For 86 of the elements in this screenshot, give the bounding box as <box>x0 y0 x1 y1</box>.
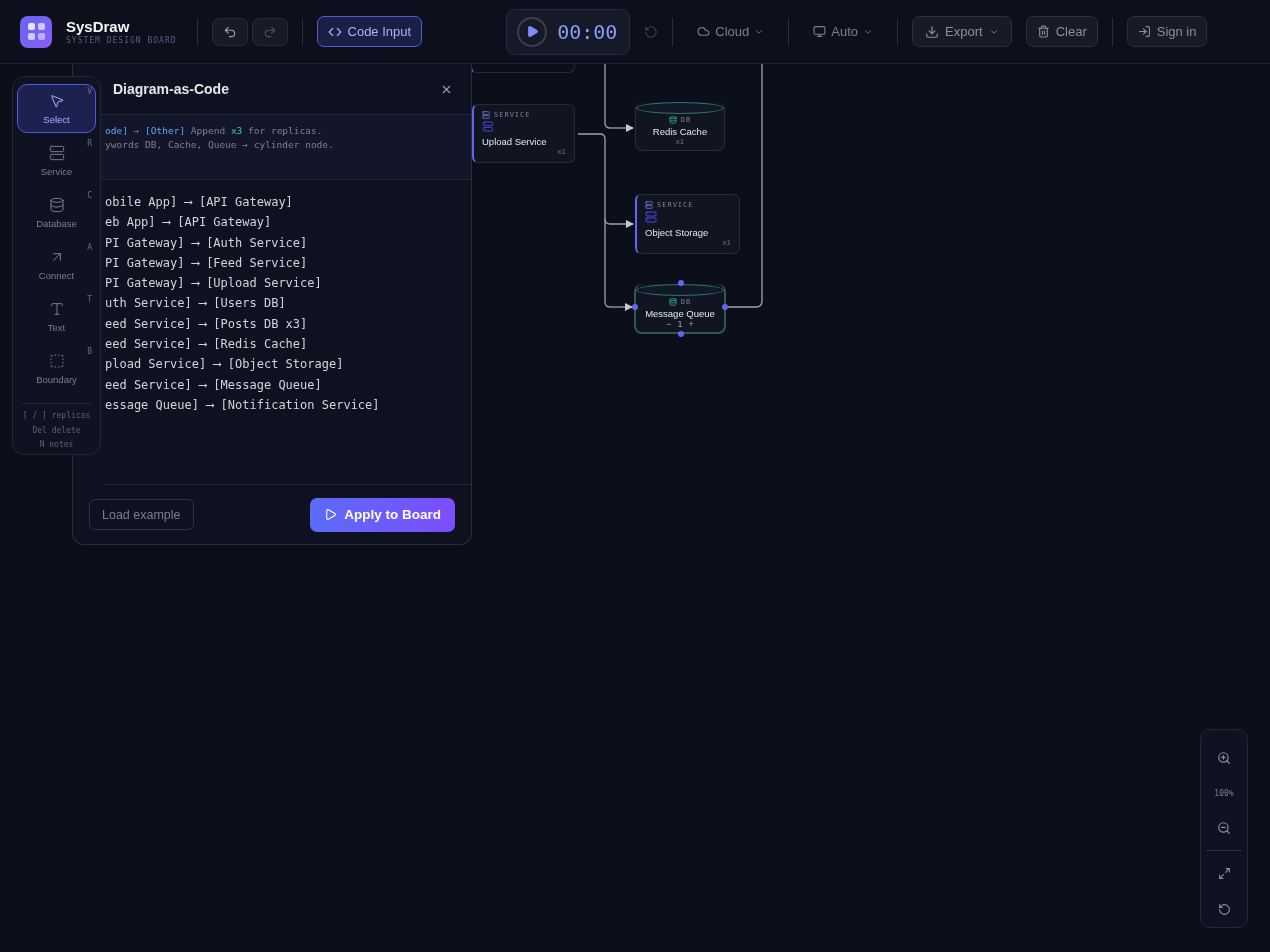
play-icon <box>525 25 539 38</box>
node-name: Upload Service <box>482 136 548 147</box>
export-button[interactable]: Export <box>912 16 1012 47</box>
sign-in-button[interactable]: Sign in <box>1126 16 1208 47</box>
tool-button[interactable]: Text T <box>17 292 96 341</box>
connector-arrow <box>604 218 634 228</box>
replica-count: x1 <box>675 137 685 146</box>
node-name: Redis Cache <box>652 126 708 137</box>
shortcut-key: A <box>87 243 92 252</box>
code-line: obile App] ⟶ [API Gateway] <box>105 194 294 210</box>
play-button[interactable] <box>517 16 548 47</box>
code-line: essage Queue] ⟶ [Notification Service] <box>105 396 381 413</box>
expand-icon <box>1217 866 1231 880</box>
cloud-dropdown[interactable]: Cloud <box>687 24 775 39</box>
cloud-icon <box>697 25 711 38</box>
server-icon <box>482 111 490 119</box>
code-line: pload Service] ⟶ [Object Storage] <box>105 356 345 373</box>
text-icon <box>48 300 65 317</box>
redo-icon <box>262 24 277 39</box>
node-name: Object Storage <box>645 227 710 238</box>
shortcut-key: V <box>87 87 92 96</box>
code-line: eed Service] ⟶ [Posts DB x3] <box>105 315 309 332</box>
undo-button[interactable] <box>211 17 248 46</box>
display-dropdown[interactable]: Auto <box>803 24 884 39</box>
node-name: Message Queue <box>645 308 715 319</box>
sign-in-icon <box>1137 25 1151 38</box>
app-logo <box>20 15 52 48</box>
decrement-button[interactable]: − <box>666 319 672 329</box>
server-icon <box>645 201 653 209</box>
download-icon <box>925 24 940 39</box>
server-icon <box>645 211 657 223</box>
connection-handle[interactable] <box>722 304 728 310</box>
tool-button[interactable]: Service R <box>17 136 96 185</box>
undo-icon <box>222 24 237 39</box>
shortcut-hint: Del delete <box>32 424 81 437</box>
reset-icon <box>1217 902 1231 916</box>
timer-display: 00:00 <box>557 19 618 44</box>
hint-text: ywords DB, Cache, Queue → cylinder node. <box>105 139 335 150</box>
code-line: PI Gateway] ⟶ [Upload Service] <box>105 275 323 292</box>
play-icon <box>324 508 338 521</box>
panel-title: Diagram-as-Code <box>113 81 229 97</box>
tool-button[interactable]: Connect A <box>17 240 96 289</box>
code-line: PI Gateway] ⟶ [Feed Service] <box>105 254 309 271</box>
zoom-level: 100% <box>1214 787 1234 800</box>
monitor-icon <box>813 25 827 38</box>
connection-handle[interactable] <box>678 280 684 286</box>
code-input-button[interactable]: Code Input <box>316 16 423 47</box>
app-name: SysDraw <box>66 18 130 35</box>
code-line: uth Service] ⟶ [Users DB] <box>105 295 287 312</box>
code-line: PI Gateway] ⟶ [Auth Service] <box>105 234 309 251</box>
connector-line <box>604 63 611 129</box>
app-subtitle: SYSTEM DESIGN BOARD <box>66 36 177 45</box>
shortcut-key: R <box>87 139 92 148</box>
trash-icon <box>1036 25 1050 38</box>
clear-button[interactable]: Clear <box>1025 16 1098 47</box>
boundary-icon <box>48 352 65 369</box>
connector-arrow <box>609 303 633 311</box>
code-line: eed Service] ⟶ [Message Queue] <box>105 376 323 393</box>
hint-text: ode] → [Other] Append x3 for replicas. <box>105 125 324 136</box>
replica-count: 1 <box>677 319 683 329</box>
load-example-button[interactable]: Load example <box>89 499 194 530</box>
zoom-out-icon <box>1217 821 1231 836</box>
apply-button[interactable]: Apply to Board <box>310 497 455 532</box>
increment-button[interactable]: + <box>688 319 694 329</box>
pointer-icon <box>48 92 65 109</box>
database-icon <box>48 196 65 213</box>
code-line: eb App] ⟶ [API Gateway] <box>105 214 273 231</box>
shortcut-hint: N notes <box>39 439 74 451</box>
server-icon <box>482 121 494 132</box>
replica-count: x1 <box>722 238 731 247</box>
tool-button[interactable]: Select V <box>17 84 96 133</box>
server-icon <box>48 144 65 161</box>
database-icon <box>668 116 677 124</box>
tool-button[interactable]: Boundary B <box>17 344 96 393</box>
shortcut-hint: [ / ] replicas <box>22 410 91 422</box>
zoom-in-icon <box>1217 751 1231 765</box>
tool-button[interactable]: Database C <box>17 188 96 237</box>
database-icon <box>668 298 677 306</box>
connector-arrow <box>609 124 634 132</box>
code-line: eed Service] ⟶ [Redis Cache] <box>105 336 309 353</box>
replica-count: x1 <box>557 147 566 156</box>
shortcut-key: T <box>87 295 92 304</box>
connection-handle[interactable] <box>678 331 684 337</box>
connection-handle[interactable] <box>632 304 638 310</box>
shortcut-key: B <box>87 347 92 356</box>
shortcut-key: C <box>87 191 92 200</box>
